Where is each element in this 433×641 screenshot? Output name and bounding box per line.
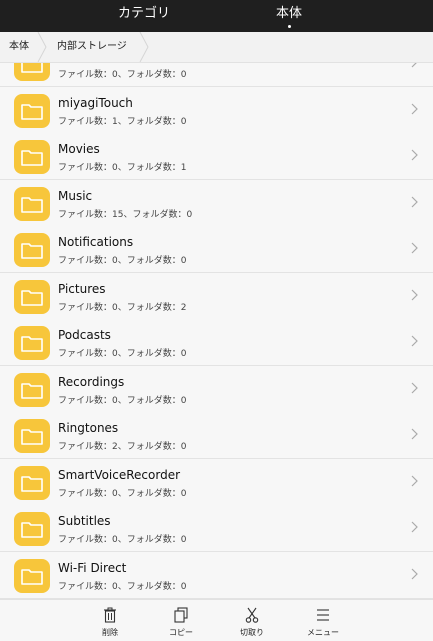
- chevron-right-icon: [411, 196, 418, 208]
- folder-meta: ファイル数：0、フォルダ数：0: [58, 535, 187, 545]
- folder-row[interactable]: Podcasts ファイル数：0、フォルダ数：0: [0, 319, 433, 366]
- folder-name: Podcasts: [58, 328, 111, 342]
- bottom-action-bar: 削除 コピー 切取り メニュー: [0, 599, 433, 641]
- breadcrumb: 本体 内部ストレージ: [0, 32, 433, 63]
- folder-row[interactable]: miyagiTouch ファイル数：1、フォルダ数：0: [0, 87, 433, 134]
- folder-row[interactable]: Music ファイル数：15、フォルダ数：0: [0, 180, 433, 227]
- folder-meta: ファイル数：0、フォルダ数：1: [58, 163, 187, 173]
- folder-icon: [14, 187, 50, 221]
- folder-meta: ファイル数：0、フォルダ数：2: [58, 303, 187, 313]
- folder-icon: [14, 466, 50, 500]
- folder-icon: [14, 63, 50, 81]
- tab-device[interactable]: 本体: [249, 0, 329, 32]
- folder-icon: [14, 233, 50, 267]
- folder-row[interactable]: Movies ファイル数：0、フォルダ数：1: [0, 133, 433, 180]
- chevron-right-icon: [411, 568, 418, 580]
- chevron-right-icon: [411, 335, 418, 347]
- chevron-right-icon: [411, 149, 418, 161]
- folder-name: Music: [58, 189, 93, 203]
- trash-icon: [104, 607, 116, 623]
- folder-meta: ファイル数：0、フォルダ数：0: [58, 396, 187, 406]
- folder-name: Wi-Fi Direct: [58, 561, 127, 575]
- folder-list: ファイル数：0、フォルダ数：0 miyagiTouch ファイル数：1、フォルダ…: [0, 63, 433, 599]
- folder-meta: ファイル数：0、フォルダ数：0: [58, 349, 187, 359]
- folder-icon: [14, 512, 50, 546]
- folder-row[interactable]: SmartVoiceRecorder ファイル数：0、フォルダ数：0: [0, 459, 433, 506]
- folder-row[interactable]: ファイル数：0、フォルダ数：0: [0, 63, 433, 87]
- chevron-right-icon: [411, 475, 418, 487]
- chevron-right-icon: [411, 103, 418, 115]
- delete-label: 削除: [102, 628, 118, 637]
- folder-icon: [14, 419, 50, 453]
- folder-name: Recordings: [58, 375, 125, 389]
- folder-meta: ファイル数：15、フォルダ数：0: [58, 210, 193, 220]
- active-tab-indicator: [287, 25, 291, 28]
- copy-button[interactable]: コピー: [151, 600, 211, 641]
- chevron-right-icon: [411, 521, 418, 533]
- cut-label: 切取り: [240, 628, 264, 637]
- copy-label: コピー: [169, 628, 193, 637]
- folder-row[interactable]: Subtitles ファイル数：0、フォルダ数：0: [0, 505, 433, 552]
- folder-icon: [14, 94, 50, 128]
- folder-name: Movies: [58, 142, 100, 156]
- folder-name: Notifications: [58, 235, 134, 249]
- folder-name: Subtitles: [58, 514, 111, 528]
- folder-meta: ファイル数：2、フォルダ数：0: [58, 442, 187, 452]
- breadcrumb-item-device[interactable]: 本体: [9, 32, 29, 62]
- chevron-right-icon: [411, 428, 418, 440]
- folder-icon: [14, 140, 50, 174]
- breadcrumb-separator-icon: [37, 32, 47, 62]
- folder-icon: [14, 280, 50, 314]
- chevron-right-icon: [411, 63, 417, 68]
- folder-icon: [14, 559, 50, 593]
- chevron-right-icon: [411, 289, 418, 301]
- folder-row[interactable]: Recordings ファイル数：0、フォルダ数：0: [0, 366, 433, 413]
- chevron-right-icon: [411, 242, 418, 254]
- folder-name: Pictures: [58, 282, 106, 296]
- menu-icon: [317, 609, 329, 621]
- menu-button[interactable]: メニュー: [293, 600, 353, 641]
- cut-button[interactable]: 切取り: [222, 600, 282, 641]
- folder-row[interactable]: Notifications ファイル数：0、フォルダ数：0: [0, 226, 433, 273]
- folder-row[interactable]: Ringtones ファイル数：2、フォルダ数：0: [0, 412, 433, 459]
- copy-icon: [174, 607, 188, 623]
- breadcrumb-item-internal-storage[interactable]: 内部ストレージ: [57, 32, 127, 62]
- folder-meta: ファイル数：0、フォルダ数：0: [58, 582, 187, 592]
- menu-label: メニュー: [307, 628, 339, 637]
- folder-icon: [14, 326, 50, 360]
- scissors-icon: [245, 607, 259, 623]
- top-tab-bar: カテゴリ 本体: [0, 0, 433, 32]
- folder-row[interactable]: Wi-Fi Direct ファイル数：0、フォルダ数：0: [0, 552, 433, 599]
- folder-meta: ファイル数：0、フォルダ数：0: [58, 70, 187, 80]
- folder-name: SmartVoiceRecorder: [58, 468, 181, 482]
- delete-button[interactable]: 削除: [80, 600, 140, 641]
- tab-category[interactable]: カテゴリ: [104, 0, 184, 32]
- folder-name: miyagiTouch: [58, 96, 133, 110]
- folder-meta: ファイル数：0、フォルダ数：0: [58, 256, 187, 266]
- folder-icon: [14, 373, 50, 407]
- breadcrumb-separator-icon: [139, 32, 149, 62]
- tab-device-label: 本体: [275, 6, 302, 21]
- chevron-right-icon: [411, 382, 418, 394]
- folder-name: Ringtones: [58, 421, 119, 435]
- folder-meta: ファイル数：0、フォルダ数：0: [58, 489, 187, 499]
- folder-row[interactable]: Pictures ファイル数：0、フォルダ数：2: [0, 273, 433, 320]
- tab-category-label: カテゴリ: [117, 6, 170, 21]
- folder-meta: ファイル数：1、フォルダ数：0: [58, 117, 187, 127]
